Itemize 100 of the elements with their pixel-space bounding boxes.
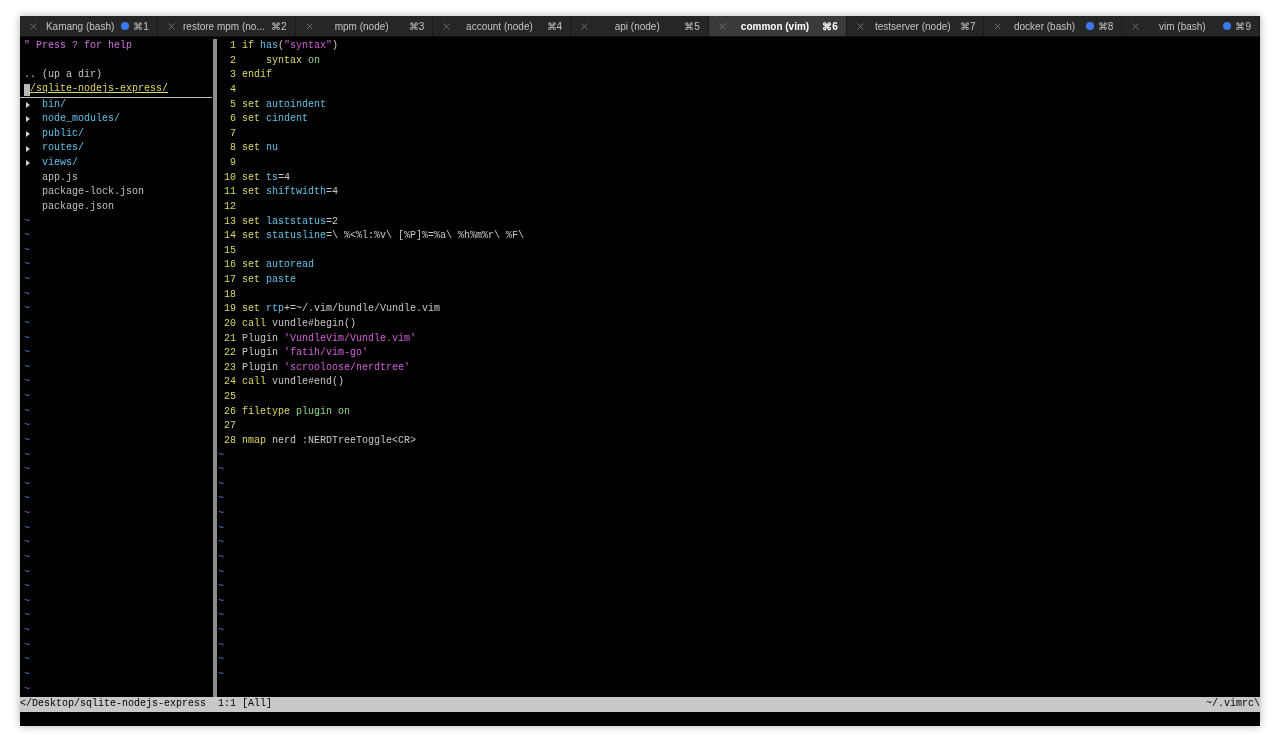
directory-item[interactable]: views/ xyxy=(42,156,78,171)
close-icon[interactable] xyxy=(579,20,591,32)
empty-line-marker: ~ xyxy=(24,667,30,682)
file-item[interactable]: app.js xyxy=(42,170,78,186)
close-icon[interactable] xyxy=(441,20,453,32)
tab-title: mpm (node) xyxy=(333,19,390,34)
line-number: 11 xyxy=(223,185,236,200)
code-line: filetype plugin on xyxy=(242,404,351,419)
expand-arrow-icon[interactable] xyxy=(26,160,30,167)
tab-shortcut: ⌘8 xyxy=(1097,19,1114,34)
close-icon[interactable] xyxy=(992,20,1004,32)
tab-shortcut: ⌘6 xyxy=(822,19,838,34)
empty-line-marker: ~ xyxy=(24,229,30,244)
empty-line-marker: ~ xyxy=(24,390,30,404)
code-line: set laststatus=2 xyxy=(242,214,339,229)
line-number: 19 xyxy=(223,302,236,317)
line-number: 5 xyxy=(229,97,236,112)
tab-shortcut: ⌘5 xyxy=(684,19,700,34)
code-line: set statusline=\ %<%l:%v\ [%P]%=%a\ %h%m%r\ %F\ xyxy=(242,229,525,244)
directory-item[interactable]: node_modules/ xyxy=(42,112,120,127)
empty-line-marker: ~ xyxy=(24,448,30,463)
code-line: Plugin 'scrooloose/nerdtree' xyxy=(242,360,411,375)
line-number: 12 xyxy=(223,199,236,214)
tab-title: docker (bash) xyxy=(1013,19,1077,34)
empty-line-marker: ~ xyxy=(218,536,224,551)
terminal-tab[interactable]: common (vim) ⌘6 xyxy=(708,16,847,36)
tab-shortcut: ⌘3 xyxy=(408,19,425,34)
tab-shortcut: ⌘2 xyxy=(271,19,287,34)
empty-line-marker: ~ xyxy=(24,492,30,507)
empty-line-marker: ~ xyxy=(24,375,30,390)
directory-item[interactable]: public/ xyxy=(42,126,84,142)
empty-line-marker: ~ xyxy=(218,521,224,536)
root-directory[interactable]: /sqlite-nodejs-express/ xyxy=(30,82,169,97)
status-path: </Desktop/sqlite-nodejs-express xyxy=(20,697,207,712)
code-line: set paste xyxy=(242,273,297,287)
empty-line-marker: ~ xyxy=(24,463,30,478)
code-line: if has("syntax") xyxy=(242,39,339,53)
file-item[interactable]: package.json xyxy=(42,199,114,215)
line-number: 27 xyxy=(223,419,236,434)
empty-line-marker: ~ xyxy=(218,580,224,595)
code-line: call vundle#end() xyxy=(242,375,345,390)
empty-line-marker: ~ xyxy=(24,624,30,638)
cursor-position: 1:1 [All] xyxy=(218,697,273,712)
empty-line-marker: ~ xyxy=(24,609,30,624)
up-dir-link[interactable]: .. (up a dir) xyxy=(24,68,212,83)
code-line: set cindent xyxy=(242,112,309,127)
empty-line-marker: ~ xyxy=(24,404,30,419)
tab-shortcut: ⌘9 xyxy=(1235,19,1252,34)
line-number: 4 xyxy=(229,82,236,97)
line-number: 7 xyxy=(229,126,236,141)
code-line: endif xyxy=(242,68,272,83)
line-number: 13 xyxy=(223,214,236,229)
empty-line-marker: ~ xyxy=(24,580,30,595)
close-icon[interactable] xyxy=(28,20,39,32)
line-number: 28 xyxy=(223,433,236,448)
code-line: Plugin 'fatih/vim-go' xyxy=(242,346,369,361)
close-icon[interactable] xyxy=(303,20,315,32)
directory-item[interactable]: bin/ xyxy=(42,97,66,113)
line-number: 18 xyxy=(223,287,236,302)
empty-line-marker: ~ xyxy=(24,565,30,580)
close-icon[interactable] xyxy=(716,20,728,32)
code-line: set autoread xyxy=(242,258,315,273)
empty-line-marker: ~ xyxy=(24,653,30,668)
close-icon[interactable] xyxy=(1130,20,1142,32)
tab-title: testserver (node) xyxy=(874,19,952,34)
line-number: 24 xyxy=(223,375,236,390)
empty-line-marker: ~ xyxy=(24,214,30,229)
line-number: 6 xyxy=(229,112,236,127)
empty-line-marker: ~ xyxy=(24,302,30,317)
empty-line-marker: ~ xyxy=(218,638,224,653)
close-icon[interactable] xyxy=(854,20,866,32)
empty-line-marker: ~ xyxy=(218,667,224,682)
line-number: 23 xyxy=(223,360,236,375)
line-number: 14 xyxy=(223,229,236,244)
line-number: 15 xyxy=(223,243,236,258)
directory-item[interactable]: routes/ xyxy=(42,141,84,156)
code-line: set rtp+=~/.vim/bundle/Vundle.vim xyxy=(242,302,441,317)
expand-arrow-icon[interactable] xyxy=(26,101,30,108)
empty-line-marker: ~ xyxy=(24,316,30,331)
tab-title: api (node) xyxy=(613,19,661,34)
expand-arrow-icon[interactable] xyxy=(26,116,30,123)
empty-line-marker: ~ xyxy=(24,638,30,653)
line-number: 16 xyxy=(223,258,236,273)
empty-line-marker: ~ xyxy=(218,624,224,638)
empty-line-marker: ~ xyxy=(24,346,30,361)
line-number: 25 xyxy=(223,390,236,404)
line-number: 10 xyxy=(223,170,236,185)
file-item[interactable]: package-lock.json xyxy=(42,185,145,200)
close-icon[interactable] xyxy=(165,20,177,32)
code-line: call vundle#begin() xyxy=(242,316,357,331)
empty-line-marker: ~ xyxy=(24,594,30,609)
empty-line-marker: ~ xyxy=(218,448,224,463)
empty-line-marker: ~ xyxy=(24,360,30,375)
empty-line-marker: ~ xyxy=(218,507,224,521)
empty-line-marker: ~ xyxy=(24,419,30,434)
empty-line-marker: ~ xyxy=(24,273,30,287)
line-number: 3 xyxy=(229,68,236,83)
code-line: nmap nerd :NERDTreeToggle<CR> xyxy=(242,433,417,448)
code-line: syntax on xyxy=(265,53,321,68)
line-number: 8 xyxy=(229,141,236,156)
